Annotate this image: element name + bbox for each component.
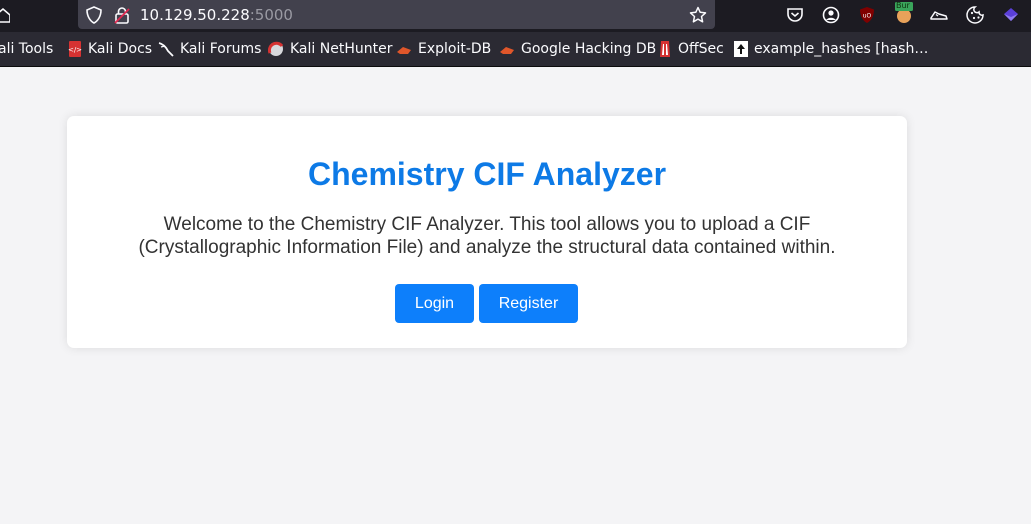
bookmark-star-icon[interactable]	[689, 6, 707, 24]
url-host: 10.129.50.228	[140, 6, 250, 24]
bookmark-example-hashes[interactable]: example_hashes [hash…	[734, 40, 928, 58]
ublock-origin-icon[interactable]: uO	[857, 5, 877, 25]
bookmark-label: Kali Forums	[180, 41, 262, 57]
bookmark-exploit-db[interactable]: Exploit-DB	[396, 40, 491, 58]
kali-forums-icon	[158, 42, 174, 57]
bookmark-label: OffSec	[678, 41, 724, 57]
bookmark-google-hacking-db[interactable]: Google Hacking DB	[499, 40, 656, 58]
page-description: Welcome to the Chemistry CIF Analyzer. T…	[138, 214, 836, 258]
bookmark-label: Kali NetHunter	[290, 41, 393, 57]
bookmark-kali-forums[interactable]: Kali Forums	[158, 40, 261, 58]
exploit-db-icon	[397, 47, 411, 54]
url-text[interactable]: 10.129.50.228:5000	[140, 6, 293, 24]
google-hacking-db-icon	[500, 47, 514, 54]
hashcat-icon	[734, 41, 748, 57]
bookmarks-bar: ali Tools </> Kali Docs Kali Forums Kali…	[0, 32, 1031, 67]
url-port: :5000	[249, 6, 293, 24]
sneaker-extension-icon[interactable]	[929, 5, 949, 25]
tracking-protection-icon[interactable]	[86, 6, 102, 24]
cookie-icon[interactable]	[965, 5, 985, 25]
welcome-card: Chemistry CIF Analyzer Welcome to the Ch…	[67, 116, 907, 348]
login-button[interactable]: Login	[395, 284, 474, 323]
kali-nethunter-icon	[268, 41, 284, 56]
register-button[interactable]: Register	[479, 284, 578, 323]
page-title: Chemistry CIF Analyzer	[307, 156, 667, 192]
page-viewport: Chemistry CIF Analyzer Welcome to the Ch…	[0, 67, 1031, 524]
bookmark-label: Kali Docs	[88, 41, 153, 57]
bookmark-kali-tools[interactable]: ali Tools	[0, 40, 53, 58]
kali-docs-icon: </>	[68, 41, 82, 57]
browser-toolbar: 10.129.50.228:5000 uO Bur	[0, 0, 1031, 32]
svg-text:uO: uO	[863, 13, 872, 20]
svg-text:</>: </>	[68, 46, 82, 54]
bookmark-offsec[interactable]: OffSec	[658, 40, 724, 58]
burp-badge: Bur	[896, 1, 910, 10]
bookmark-label: Google Hacking DB	[521, 41, 657, 57]
account-icon[interactable]	[821, 5, 841, 25]
wappalyzer-icon[interactable]	[1001, 5, 1021, 25]
bookmark-label: Exploit-DB	[418, 41, 492, 57]
offsec-icon	[660, 41, 670, 57]
burp-proxy-icon[interactable]: Bur	[893, 1, 915, 24]
bookmark-label: ali Tools	[0, 41, 54, 57]
bookmark-kali-docs[interactable]: </> Kali Docs	[68, 40, 152, 58]
bookmark-label: example_hashes [hash…	[754, 41, 929, 57]
url-bar[interactable]: 10.129.50.228:5000	[78, 0, 715, 29]
home-icon[interactable]	[0, 6, 10, 24]
pocket-icon[interactable]	[785, 5, 805, 25]
bookmark-kali-nethunter[interactable]: Kali NetHunter	[268, 40, 392, 58]
insecure-lock-icon[interactable]	[114, 6, 130, 24]
